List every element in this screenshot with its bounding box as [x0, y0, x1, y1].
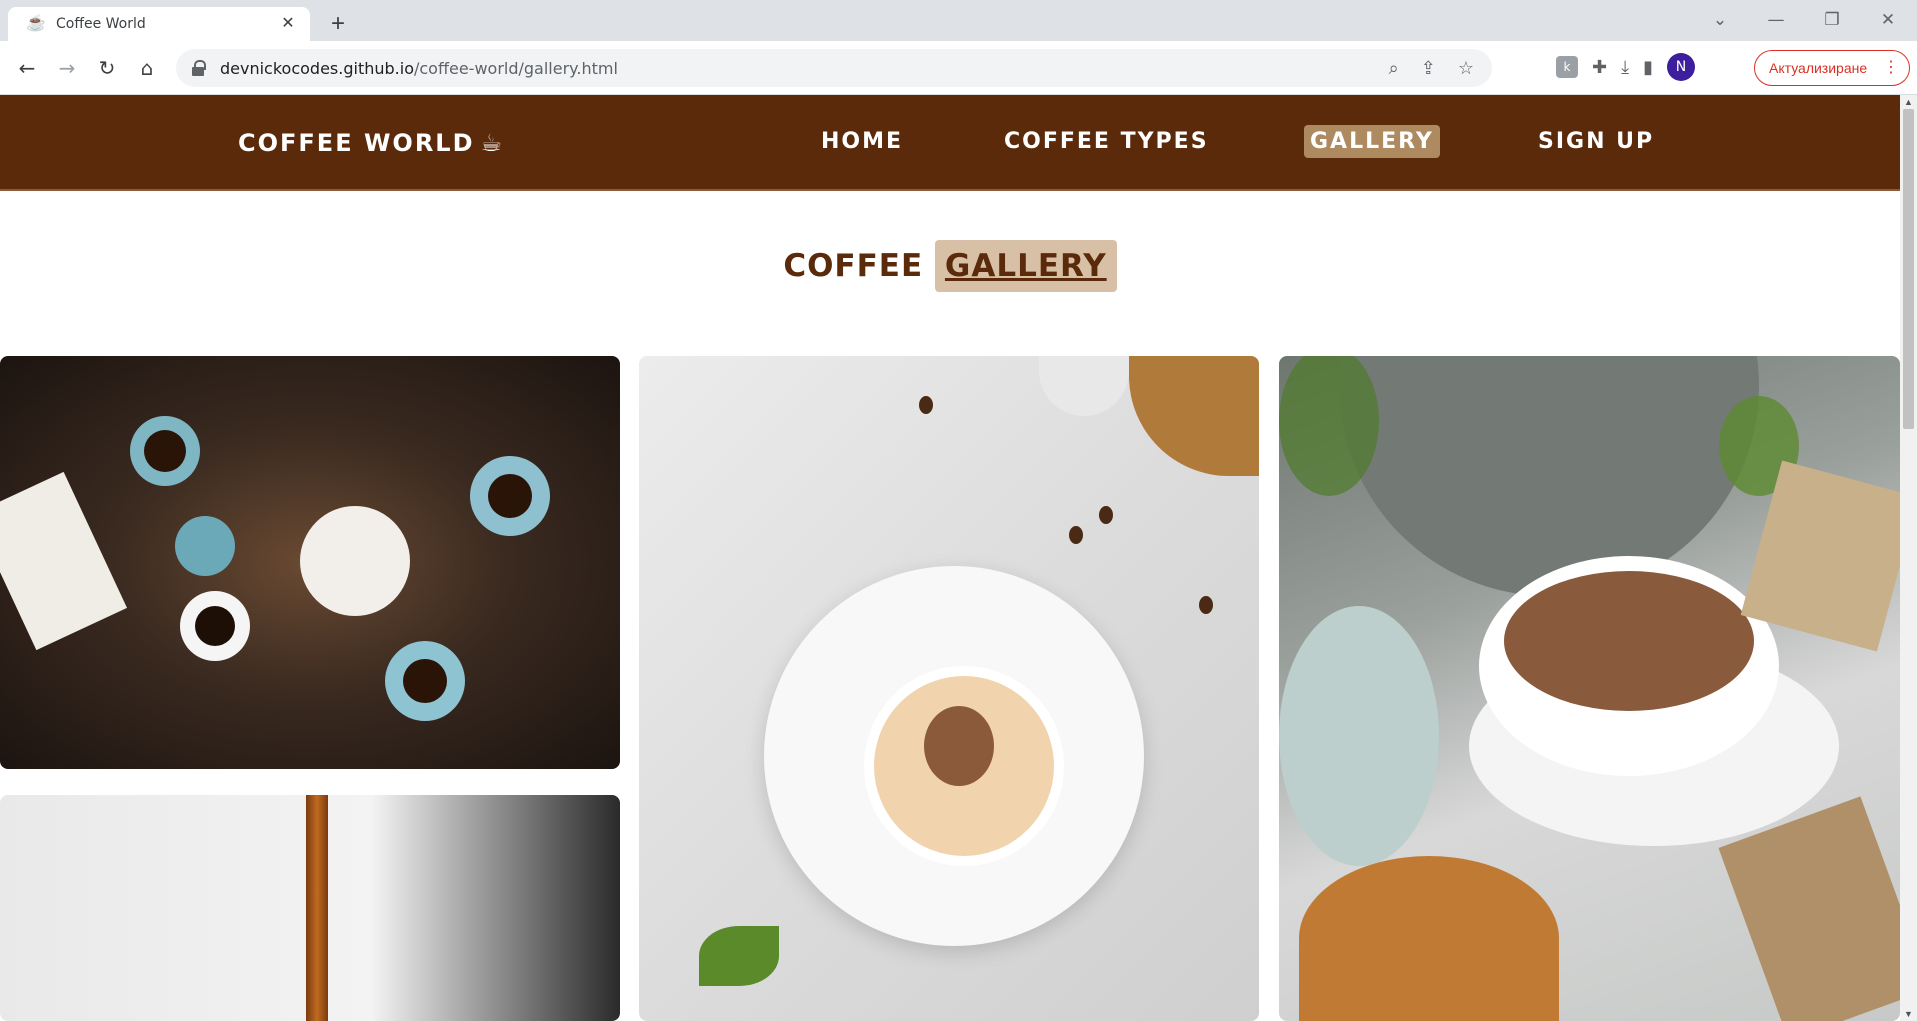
latte-heart-photo[interactable]	[639, 356, 1259, 1021]
browser-tab[interactable]: ☕ Coffee World ✕	[8, 7, 310, 41]
update-label: Актуализиране	[1769, 60, 1868, 76]
page-title: COFFEE GALLERY	[0, 240, 1900, 292]
extension-icon[interactable]: k	[1556, 56, 1578, 78]
side-panel-icon[interactable]: ▮	[1643, 57, 1653, 78]
browser-toolbar: ← → ↻ ⌂ devnickocodes.github.io/coffee-w…	[0, 41, 1917, 95]
zoom-icon[interactable]: ⌕	[1389, 58, 1399, 79]
puzzle-icon[interactable]: ✚	[1592, 57, 1607, 78]
tab-title: Coffee World	[56, 16, 146, 32]
cappuccino-croissant-photo[interactable]	[1279, 356, 1900, 1021]
download-icon[interactable]: ⤓	[1621, 57, 1629, 78]
home-icon[interactable]: ⌂	[132, 53, 162, 83]
scroll-down-icon[interactable]: ▼	[1900, 1007, 1917, 1021]
browser-tab-strip: ☕ Coffee World ✕ + ⌄ — ❐ ✕	[0, 0, 1917, 41]
title-highlight: GALLERY	[934, 240, 1117, 292]
scroll-thumb[interactable]	[1903, 109, 1914, 429]
reload-icon[interactable]: ↻	[92, 53, 122, 83]
scroll-up-icon[interactable]: ▲	[1900, 95, 1917, 109]
url-path: /coffee-world/gallery.html	[413, 58, 618, 78]
new-tab-button[interactable]: +	[324, 10, 352, 38]
url-host: devnickocodes.github.io	[220, 58, 414, 78]
nav-coffee-types[interactable]: COFFEE TYPES	[998, 125, 1215, 158]
avatar[interactable]: N	[1666, 53, 1695, 81]
back-icon[interactable]: ←	[12, 53, 42, 83]
site-navbar: COFFEE WORLD ☕ HOME COFFEE TYPES GALLERY …	[0, 95, 1900, 191]
restore-button[interactable]: ❐	[1812, 6, 1852, 34]
share-icon[interactable]: ⇪	[1421, 58, 1436, 79]
nav-gallery[interactable]: GALLERY	[1304, 125, 1440, 158]
more-menu-icon[interactable]: ⋮	[1883, 59, 1899, 77]
url-text: devnickocodes.github.io/coffee-world/gal…	[220, 59, 618, 78]
close-tab-icon[interactable]: ✕	[278, 14, 298, 34]
forward-icon[interactable]: →	[52, 53, 82, 83]
mug-hot-icon: ☕	[480, 129, 505, 157]
coffee-pour-photo[interactable]	[0, 795, 620, 1021]
coffee-cup-icon: ☕	[26, 15, 46, 32]
site-brand[interactable]: COFFEE WORLD ☕	[238, 129, 504, 157]
minimize-button[interactable]: —	[1756, 6, 1796, 34]
address-bar[interactable]: devnickocodes.github.io/coffee-world/gal…	[176, 49, 1492, 87]
update-button[interactable]: Актуализиране ⋮	[1754, 50, 1910, 86]
lock-icon[interactable]	[192, 60, 206, 76]
nav-home[interactable]: HOME	[815, 125, 909, 158]
bookmark-star-icon[interactable]: ☆	[1458, 58, 1474, 79]
coffee-table-gathering-photo[interactable]	[0, 356, 620, 769]
close-window-button[interactable]: ✕	[1868, 6, 1908, 34]
nav-sign-up[interactable]: SIGN UP	[1532, 125, 1660, 158]
tab-search-icon[interactable]: ⌄	[1700, 6, 1740, 34]
brand-text: COFFEE WORLD	[238, 129, 475, 157]
title-prefix: COFFEE	[783, 248, 924, 284]
page-scrollbar[interactable]: ▲ ▼	[1900, 95, 1917, 1021]
